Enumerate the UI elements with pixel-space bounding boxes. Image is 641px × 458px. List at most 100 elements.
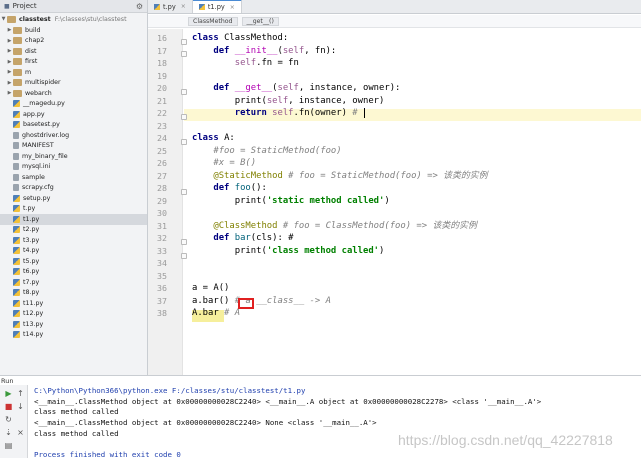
comment: #x = B() xyxy=(213,158,257,168)
tree-item[interactable]: t5.py xyxy=(0,256,147,267)
print-icon[interactable]: ▤ xyxy=(4,441,13,450)
project-panel-header[interactable]: ■ Project ⚙ xyxy=(0,0,147,13)
tree-item[interactable]: t.py xyxy=(0,204,147,215)
python-file-icon xyxy=(13,257,20,265)
pin-icon[interactable]: ↑ xyxy=(16,389,25,398)
close-icon[interactable]: × xyxy=(16,428,25,437)
code-text: ) xyxy=(379,245,385,256)
text-cursor xyxy=(363,108,365,118)
tree-item[interactable]: sample xyxy=(0,172,147,183)
fold-icon[interactable] xyxy=(181,51,187,57)
code-text: print( xyxy=(234,95,267,106)
code-text: a = A() xyxy=(192,283,230,293)
text-file-icon xyxy=(13,163,19,171)
python-file-icon xyxy=(13,226,20,234)
tree-item[interactable]: my_binary_file xyxy=(0,151,147,162)
chevron-right-icon[interactable]: ▶ xyxy=(6,80,13,86)
fold-icon[interactable] xyxy=(181,239,187,245)
tree-root[interactable]: ▼ classtest F:\classes\stu\classtest xyxy=(0,14,147,25)
tree-item[interactable]: MANIFEST xyxy=(0,141,147,152)
tree-item[interactable]: setup.py xyxy=(0,193,147,204)
method-name: __get__ xyxy=(234,83,273,93)
close-icon[interactable]: × xyxy=(181,3,186,10)
chevron-right-icon[interactable]: ▶ xyxy=(6,69,13,75)
code-text: , fn): xyxy=(304,45,337,56)
code-line-32: def bar(cls): # xyxy=(192,232,293,245)
tree-item[interactable]: scrapy.cfg xyxy=(0,183,147,194)
tree-item[interactable]: t12.py xyxy=(0,309,147,320)
chevron-right-icon[interactable]: ▶ xyxy=(6,90,13,96)
chevron-right-icon[interactable]: ▶ xyxy=(6,59,13,65)
tree-item[interactable]: ▶ first xyxy=(0,57,147,68)
tree-item[interactable]: basetest.py xyxy=(0,120,147,131)
tab-t1-py[interactable]: t1.py × xyxy=(192,0,242,13)
tree-item-label: setup.py xyxy=(23,194,51,202)
code-text: , instance, owner): xyxy=(298,83,401,93)
text-file-icon xyxy=(13,184,19,192)
close-icon[interactable]: × xyxy=(230,4,235,11)
tab-t-py[interactable]: t.py × xyxy=(148,0,193,13)
tree-item[interactable]: ▶ dist xyxy=(0,46,147,57)
tree-item[interactable]: t11.py xyxy=(0,298,147,309)
code-text: .fn(owner) xyxy=(293,108,347,118)
breadcrumb-method[interactable]: __get__() xyxy=(241,16,279,26)
tree-item[interactable]: app.py xyxy=(0,109,147,120)
tree-item-label: t13.py xyxy=(23,320,44,328)
chevron-down-icon[interactable]: ▼ xyxy=(0,16,7,22)
line-number: 20 xyxy=(157,83,167,93)
stop-icon[interactable]: ■ xyxy=(4,402,13,411)
tree-item[interactable]: ▶ multispider xyxy=(0,78,147,89)
run-panel-title[interactable]: Run xyxy=(0,377,20,385)
self-keyword: self xyxy=(266,95,289,106)
code-line-17: def __init__(self, fn): xyxy=(192,45,336,58)
chevron-right-icon[interactable]: ▶ xyxy=(6,48,13,54)
rerun-icon[interactable]: ↻ xyxy=(4,415,13,424)
run-icon[interactable]: ▶ xyxy=(4,389,13,398)
chevron-right-icon[interactable]: ▶ xyxy=(6,38,13,44)
tree-item[interactable]: ▶ webarch xyxy=(0,88,147,99)
settings-icon[interactable]: ↓ xyxy=(16,402,25,411)
tree-item[interactable]: t8.py xyxy=(0,288,147,299)
scroll-icon[interactable]: ⇣ xyxy=(4,428,13,437)
code-line-22: return self.fn(owner) # xyxy=(192,107,365,120)
method-name: __init__ xyxy=(234,45,278,56)
self-keyword: self xyxy=(282,45,305,56)
tree-item[interactable]: t7.py xyxy=(0,277,147,288)
text-file-icon xyxy=(13,173,19,181)
tree-item[interactable]: ▶ build xyxy=(0,25,147,36)
tree-item[interactable]: t13.py xyxy=(0,319,147,330)
tree-item[interactable]: t6.py xyxy=(0,267,147,278)
breadcrumb-class[interactable]: ClassMethod xyxy=(188,16,238,26)
tree-item[interactable]: ghostdriver.log xyxy=(0,130,147,141)
tree-item[interactable]: t14.py xyxy=(0,330,147,341)
fold-icon[interactable] xyxy=(181,189,187,195)
fold-icon[interactable] xyxy=(181,89,187,95)
watermark: https://blog.csdn.net/qq_42227818 xyxy=(398,432,613,448)
chevron-right-icon[interactable]: ▶ xyxy=(6,27,13,33)
tree-item[interactable]: __magedu.py xyxy=(0,99,147,110)
tree-item[interactable]: t4.py xyxy=(0,246,147,257)
tree-item[interactable]: ▶ m xyxy=(0,67,147,78)
code-text: (): xyxy=(250,183,267,193)
fold-icon[interactable] xyxy=(181,39,187,45)
decorator: @StaticMethod xyxy=(213,170,283,181)
keyword: return xyxy=(234,108,267,118)
tree-item-label: t12.py xyxy=(23,310,44,318)
editor-tabs: t.py × t1.py × xyxy=(148,0,641,14)
tree-item[interactable]: t1.py xyxy=(0,214,147,225)
tree-item-label: t8.py xyxy=(23,289,40,297)
tree-item-label: webarch xyxy=(25,89,52,97)
tree-item[interactable]: ▶ chap2 xyxy=(0,36,147,47)
code-line-26: #x = B() xyxy=(192,157,256,170)
gear-icon[interactable]: ⚙ xyxy=(136,2,143,11)
line-number: 34 xyxy=(157,258,167,268)
line-number: 36 xyxy=(157,283,167,293)
fold-icon[interactable] xyxy=(181,139,187,145)
fold-icon[interactable] xyxy=(181,114,187,120)
tree-item[interactable]: mysql.ini xyxy=(0,162,147,173)
fold-icon[interactable] xyxy=(181,253,187,259)
tree-item[interactable]: t2.py xyxy=(0,225,147,236)
folder-icon xyxy=(13,89,22,97)
tree-item[interactable]: t3.py xyxy=(0,235,147,246)
python-file-icon xyxy=(198,4,205,10)
